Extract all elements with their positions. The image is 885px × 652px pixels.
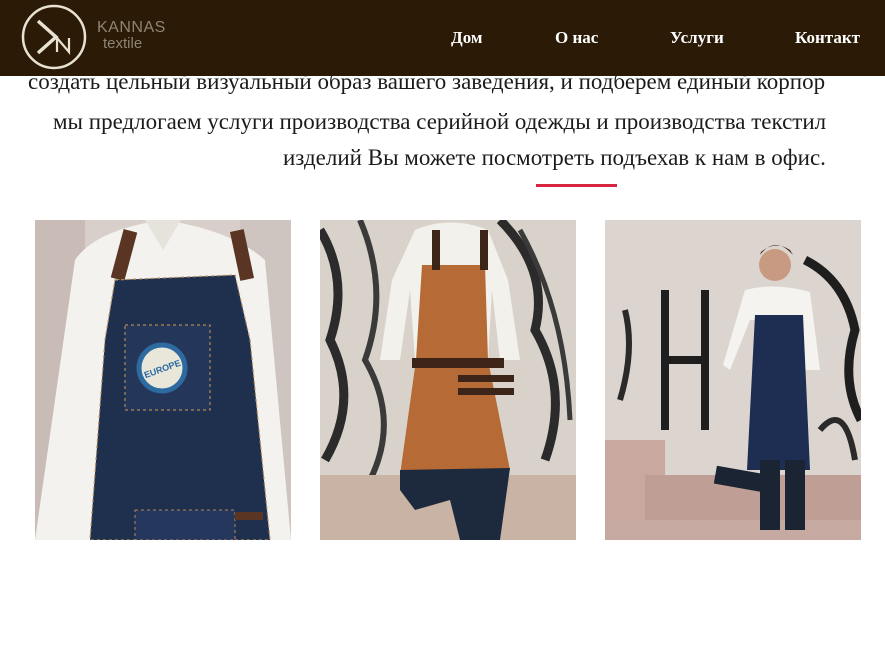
content-line-3: изделий Вы можете посмотреть подъехав к … [283,145,826,170]
brand-line-2: textile [103,35,143,52]
leather-apron-photo-icon [320,220,576,540]
nav-contact[interactable]: Контакт [795,28,860,48]
kannas-logo-icon[interactable] [20,3,88,71]
nav-about[interactable]: О нас [555,28,598,48]
brand-name[interactable]: KANNAS textile [97,20,166,52]
nav-services[interactable]: Услуги [670,28,724,48]
denim-apron-full-photo-icon [605,220,861,540]
gallery-photo-denim-full[interactable] [605,220,861,540]
section-divider [536,184,617,187]
nav-home[interactable]: Дом [451,28,482,48]
gallery-photo-denim-closeup[interactable]: EUROPE [35,220,291,540]
gallery-photo-leather-apron[interactable] [320,220,576,540]
denim-apron-photo-icon: EUROPE [35,220,291,540]
brand-line-1: KANNAS [97,19,166,36]
site-header: KANNAS textile Дом О нас Услуги Контакт [0,0,885,76]
content-line-2: мы предлогаем услуги производства серийн… [53,109,827,134]
